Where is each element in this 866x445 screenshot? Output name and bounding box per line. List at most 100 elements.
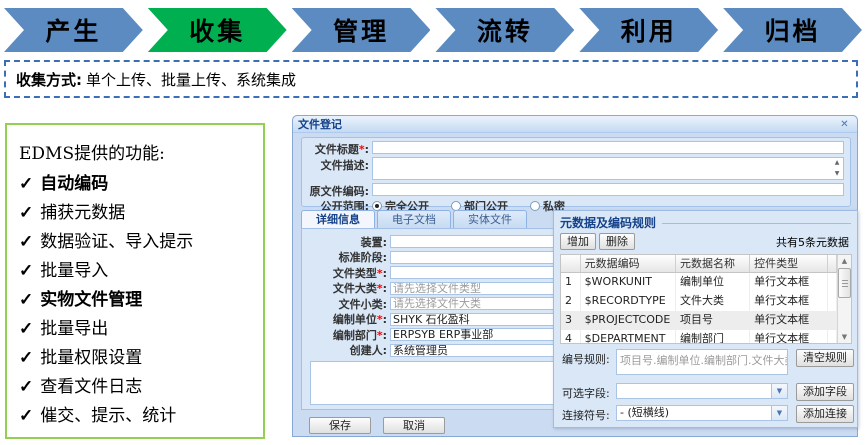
flow-step-label: 利用 xyxy=(621,12,677,48)
connector-label: 连接符号: xyxy=(562,405,616,423)
flow-step-label: 收集 xyxy=(189,12,245,48)
compile-department-input[interactable]: ERPSYB ERP事业部 xyxy=(390,328,560,341)
check-icon: ✓ xyxy=(19,174,33,194)
tab-detail-info[interactable]: 详细信息 xyxy=(301,210,375,228)
feature-item: ✓批量导入 xyxy=(19,257,253,286)
tab-physical-file[interactable]: 实体文件 xyxy=(453,210,527,228)
connector-row: 连接符号: - (短横线)▼ 添加连接 xyxy=(562,405,854,423)
flow-step-label: 流转 xyxy=(477,12,533,48)
close-icon[interactable]: ✕ xyxy=(837,118,852,131)
flow-step-utilize: 利用 xyxy=(579,8,718,52)
header-type[interactable]: 控件类型 xyxy=(750,255,828,273)
check-icon: ✓ xyxy=(19,261,33,281)
check-icon: ✓ xyxy=(19,232,33,252)
flow-step-label: 管理 xyxy=(333,12,389,48)
scroll-down-icon[interactable]: ▼ xyxy=(838,331,851,343)
metadata-grid: 元数据编码 元数据名称 控件类型 1 $WORKUNIT 编制单位 单行文本框 … xyxy=(561,255,837,344)
add-connect-button[interactable]: 添加连接 xyxy=(796,405,854,423)
feature-item: ✓自动编码 xyxy=(19,170,253,199)
numbering-rule-row: 编号规则: 项目号.编制单位.编制部门.文件大类.流水号 清空规则 xyxy=(562,349,854,375)
scrollbar-thumb[interactable] xyxy=(838,268,851,298)
metadata-table: 元数据编码 元数据名称 控件类型 1 $WORKUNIT 编制单位 单行文本框 … xyxy=(560,254,852,344)
form-row-creator: 创建人: 系统管理员 xyxy=(304,344,584,357)
file-subcategory-input[interactable]: 请先选择文件大类 xyxy=(390,297,560,310)
file-type-input[interactable] xyxy=(390,266,560,279)
check-icon: ✓ xyxy=(19,406,33,426)
rule-label: 编号规则: xyxy=(562,349,616,375)
file-description-textarea[interactable]: ▲ ▼ xyxy=(372,157,844,180)
cancel-button[interactable]: 取消 xyxy=(383,417,445,434)
clear-rule-button[interactable]: 清空规则 xyxy=(796,349,854,367)
creator-input[interactable]: 系统管理员 xyxy=(390,344,560,357)
flow-step-collect: 收集 xyxy=(148,8,287,52)
file-category-input[interactable]: 请先选择文件类型 xyxy=(390,282,560,295)
form-row-compile-unit: 编制单位*: SHYK 石化盈科 xyxy=(304,313,584,326)
combo-arrow-icon[interactable]: ▼ xyxy=(771,384,787,398)
check-icon: ✓ xyxy=(19,377,33,397)
form-row-device: 装置: xyxy=(304,235,584,248)
feature-item: ✓查看文件日志 xyxy=(19,373,253,402)
delete-button[interactable]: 删除 xyxy=(599,233,635,250)
dialog-title: 文件登记 xyxy=(298,116,342,132)
header-name[interactable]: 元数据名称 xyxy=(676,255,750,273)
table-row[interactable]: 1 $WORKUNIT 编制单位 单行文本框 xyxy=(561,273,837,292)
table-scrollbar[interactable]: ▲ ▼ xyxy=(837,255,851,343)
spinner-up-icon[interactable]: ▲ xyxy=(832,160,842,166)
metadata-toolbar: 增加 删除 共有5条元数据 xyxy=(560,233,849,250)
process-flow: 产生 收集 管理 流转 利用 归档 xyxy=(4,8,862,52)
add-button[interactable]: 增加 xyxy=(560,233,596,250)
panel-title: 元数据及编码规则 xyxy=(560,214,656,231)
feature-item: ✓捕获元数据 xyxy=(19,199,253,228)
compile-unit-input[interactable]: SHYK 石化盈科 xyxy=(390,313,560,326)
basic-info-section: 文件标题*: 文件描述: ▲ ▼ 原文件编码: 公开范围: 完全公开 部门公开 xyxy=(301,137,851,207)
device-input[interactable] xyxy=(390,235,560,248)
optional-field-row: 可选字段: ▼ 添加字段 xyxy=(562,383,854,401)
scroll-up-icon[interactable]: ▲ xyxy=(838,255,851,267)
form-row-file-category: 文件大类*: 请先选择文件类型 xyxy=(304,282,584,295)
standard-stage-input[interactable] xyxy=(390,251,560,264)
banner-label: 收集方式: xyxy=(16,69,82,90)
combo-arrow-icon[interactable]: ▼ xyxy=(771,406,787,420)
optional-field-combo[interactable]: ▼ xyxy=(616,383,788,399)
table-row[interactable]: 2 $RECORDTYPE 文件大类 单行文本框 xyxy=(561,292,837,311)
file-title-input[interactable] xyxy=(372,141,844,154)
feature-item: ✓催交、提示、统计 xyxy=(19,402,253,431)
flow-step-archive: 归档 xyxy=(723,8,862,52)
check-icon: ✓ xyxy=(19,203,33,223)
flow-step-label: 产生 xyxy=(45,12,101,48)
collection-method-banner: 收集方式: 单个上传、批量上传、系统集成 xyxy=(4,60,858,98)
banner-text: 单个上传、批量上传、系统集成 xyxy=(86,69,296,90)
legend-line xyxy=(662,223,851,224)
add-field-button[interactable]: 添加字段 xyxy=(796,383,854,401)
field-label: 文件描述: xyxy=(306,157,372,180)
dialog-buttons: 保存 取消 xyxy=(309,417,445,434)
detail-form: 装置: 标准阶段: 文件类型*: 文件大类*: 请先选择文件类型 文件小类: xyxy=(304,235,584,359)
edms-features-box: EDMS提供的功能: ✓自动编码 ✓捕获元数据 ✓数据验证、导入提示 ✓批量导入… xyxy=(5,123,265,439)
header-code[interactable]: 元数据编码 xyxy=(581,255,676,273)
numbering-rule-input[interactable]: 项目号.编制单位.编制部门.文件大类.流水号 xyxy=(616,349,788,375)
connector-combo[interactable]: - (短横线)▼ xyxy=(616,405,788,421)
features-title: EDMS提供的功能: xyxy=(19,141,253,167)
table-header-row: 元数据编码 元数据名称 控件类型 xyxy=(561,255,837,273)
header-num xyxy=(561,255,581,273)
tab-electronic-doc[interactable]: 电子文档 xyxy=(377,210,451,228)
dialog-titlebar: 文件登记 ✕ xyxy=(293,116,857,133)
field-row-desc: 文件描述: ▲ ▼ xyxy=(306,157,844,180)
feature-item: ✓批量导出 xyxy=(19,315,253,344)
save-button[interactable]: 保存 xyxy=(309,417,371,434)
original-code-input[interactable] xyxy=(372,183,844,196)
feature-item: ✓批量权限设置 xyxy=(19,344,253,373)
metadata-count: 共有5条元数据 xyxy=(776,234,849,250)
flow-step-generate: 产生 xyxy=(4,8,143,52)
detail-list-area xyxy=(310,361,578,405)
feature-item: ✓数据验证、导入提示 xyxy=(19,228,253,257)
field-row-orig-code: 原文件编码: xyxy=(306,183,844,199)
table-row[interactable]: 4 $DEPARTMENT 编制部门 单行文本框 xyxy=(561,330,837,344)
form-row-file-type: 文件类型*: xyxy=(304,266,584,279)
radio-icon[interactable] xyxy=(530,201,540,211)
panel-legend: 元数据及编码规则 xyxy=(560,214,851,231)
field-label: 原文件编码: xyxy=(306,183,372,199)
table-row[interactable]: 3 $PROJECTCODE 项目号 单行文本框 xyxy=(561,311,837,330)
flow-step-transfer: 流转 xyxy=(435,8,574,52)
spinner-down-icon[interactable]: ▼ xyxy=(832,171,842,177)
